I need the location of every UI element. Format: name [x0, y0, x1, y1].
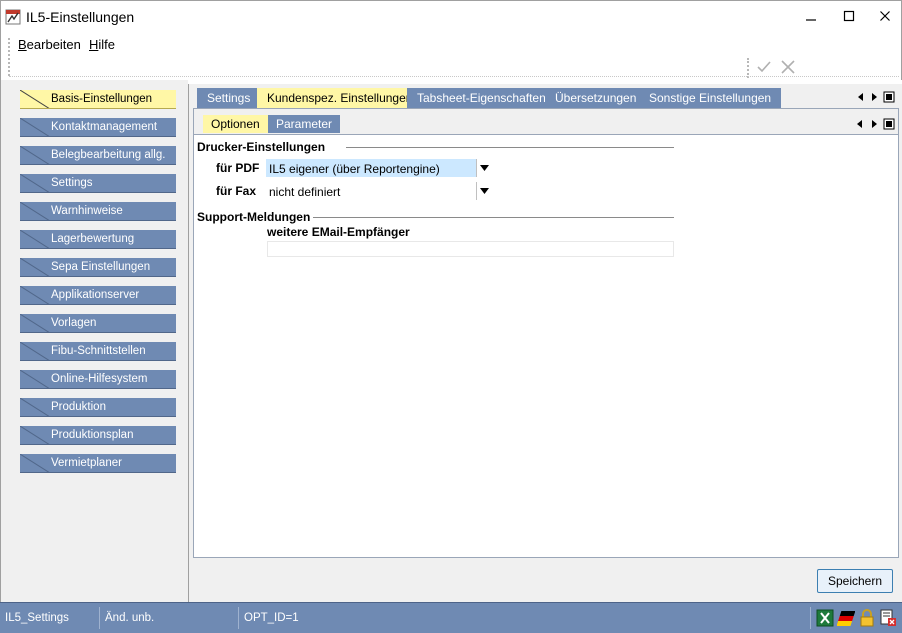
nav-item-label: Vermietplaner [51, 457, 122, 469]
pdf-dropdown-button[interactable] [476, 159, 492, 177]
nav-item-lagerbewertung[interactable]: Lagerbewertung [20, 230, 176, 249]
nav-item-label: Lagerbewertung [51, 233, 135, 245]
tab-uebersetzungen[interactable]: Übersetzungen [545, 88, 647, 108]
nav-item-vermietplaner[interactable]: Vermietplaner [20, 454, 176, 473]
tab-content: Optionen Parameter Drucker-Einstellungen… [193, 108, 899, 558]
nav-item-label: Vorlagen [51, 317, 97, 329]
menu-bar: Bearbeiten Hilfe [0, 32, 902, 80]
nav-item-decoration [20, 202, 50, 220]
close-icon [880, 11, 890, 21]
left-navigation: Basis-Einstellungen Kontaktmanagement Bele… [0, 80, 188, 602]
toolbar-grip [747, 58, 749, 78]
nav-item-decoration [20, 90, 50, 108]
subtab-optionen[interactable]: Optionen [203, 115, 268, 133]
menu-bearbeiten[interactable]: Bearbeiten [18, 37, 81, 52]
nav-item-label: Fibu-Schnittstellen [51, 345, 146, 357]
nav-item-decoration [20, 174, 50, 192]
nav-item-sepa-einstellungen[interactable]: Sepa Einstellungen [20, 258, 176, 277]
nav-item-produktionsplan[interactable]: Produktionsplan [20, 426, 176, 445]
menu-grip [8, 38, 10, 76]
nav-item-label: Sepa Einstellungen [51, 261, 151, 273]
close-button[interactable] [867, 5, 902, 29]
window-title: IL5-Einstellungen [26, 9, 135, 25]
tab-scroll-left-icon[interactable] [855, 90, 867, 104]
save-button[interactable]: Speichern [817, 569, 893, 593]
nav-item-decoration [20, 342, 50, 360]
nav-item-label: Online-Hilfesystem [51, 373, 148, 385]
german-flag-icon[interactable] [837, 609, 855, 627]
nav-item-vorlagen[interactable]: Vorlagen [20, 314, 176, 333]
cancel-x-icon[interactable] [779, 58, 797, 76]
nav-item-kontaktmanagement[interactable]: Kontaktmanagement [20, 118, 176, 137]
nav-item-produktion[interactable]: Produktion [20, 398, 176, 417]
nav-item-settings[interactable]: Settings [20, 174, 176, 193]
nav-item-label: Warnhinweise [51, 205, 123, 217]
minimize-button[interactable] [793, 5, 829, 29]
chevron-down-icon [480, 165, 489, 171]
excel-icon[interactable] [816, 609, 834, 627]
status-state: Änd. unb. [100, 607, 239, 629]
nav-item-decoration [20, 454, 50, 472]
tab-sonstige-einstellungen[interactable]: Sonstige Einstellungen [639, 88, 782, 108]
subtab-scroll-left-icon[interactable] [854, 118, 866, 130]
subtab-bar: Optionen Parameter [194, 109, 898, 135]
tab-scroll-right-icon[interactable] [868, 90, 880, 104]
tab-kundenspez-einstellungen[interactable]: Kundenspez. Einstellungen [257, 88, 423, 108]
main-panel: Settings Kundenspez. Einstellungen Tabsh… [188, 84, 902, 602]
status-bar: IL5_Settings Änd. unb. OPT_ID=1 [0, 602, 902, 633]
subtab-close-icon[interactable] [883, 118, 895, 130]
nav-item-online-hilfesystem[interactable]: Online-Hilfesystem [20, 370, 176, 389]
status-opt-id: OPT_ID=1 [239, 607, 811, 629]
nav-item-label: Belegbearbeitung allg. [51, 149, 166, 161]
nav-item-label: Settings [51, 177, 93, 189]
section-line-support [313, 217, 674, 218]
nav-item-decoration [20, 146, 50, 164]
section-title-support: Support-Meldungen [197, 210, 311, 224]
fax-printer-select[interactable]: nicht definiert [266, 182, 492, 200]
tab-settings[interactable]: Settings [197, 88, 261, 108]
nav-item-label: Basis-Einstellungen [51, 93, 153, 105]
nav-item-label: Applikationserver [51, 289, 140, 301]
subtab-scroll-right-icon[interactable] [868, 118, 880, 130]
minimize-icon [806, 19, 816, 21]
email-recipients-input[interactable] [267, 241, 674, 257]
nav-item-applikationserver[interactable]: Applikationserver [20, 286, 176, 305]
title-bar: IL5-Einstellungen [0, 0, 902, 32]
maximize-icon [843, 10, 855, 22]
nav-item-basis-einstellungen[interactable]: Basis-Einstellungen [20, 90, 176, 109]
nav-item-belegbearbeitung-allg[interactable]: Belegbearbeitung allg. [20, 146, 176, 165]
tab-tabsheet-eigenschaften[interactable]: Tabsheet-Eigenschaften [407, 88, 556, 108]
nav-item-fibu-schnittstellen[interactable]: Fibu-Schnittstellen [20, 342, 176, 361]
chevron-down-icon [480, 188, 489, 194]
label-pdf: für PDF [216, 161, 260, 175]
section-title-drucker: Drucker-Einstellungen [197, 140, 326, 154]
nav-item-label: Produktion [51, 401, 106, 413]
label-email-recipients: weitere EMail-Empfänger [267, 225, 410, 239]
fax-dropdown-button[interactable] [476, 182, 492, 200]
app-icon [5, 9, 21, 25]
tab-close-icon[interactable] [883, 90, 895, 104]
nav-item-label: Kontaktmanagement [51, 121, 158, 133]
nav-item-decoration [20, 286, 50, 304]
nav-item-label: Produktionsplan [51, 429, 134, 441]
maximize-button[interactable] [831, 5, 867, 29]
section-line-drucker [346, 147, 674, 148]
pdf-printer-select[interactable]: IL5 eigener (über Reportengine) [266, 159, 492, 177]
subtab-parameter[interactable]: Parameter [268, 115, 341, 133]
nav-item-decoration [20, 258, 50, 276]
status-module: IL5_Settings [0, 607, 100, 629]
nav-item-decoration [20, 370, 50, 388]
nav-item-decoration [20, 118, 50, 136]
confirm-check-icon[interactable] [755, 58, 773, 76]
menu-hilfe[interactable]: Hilfe [89, 37, 115, 52]
nav-item-decoration [20, 314, 50, 332]
label-fax: für Fax [216, 184, 257, 198]
print-icon[interactable] [879, 609, 897, 627]
nav-item-warnhinweise[interactable]: Warnhinweise [20, 202, 176, 221]
menu-separator [9, 76, 899, 77]
nav-item-decoration [20, 398, 50, 416]
lock-icon[interactable] [858, 609, 876, 627]
nav-item-decoration [20, 426, 50, 444]
nav-item-decoration [20, 230, 50, 248]
